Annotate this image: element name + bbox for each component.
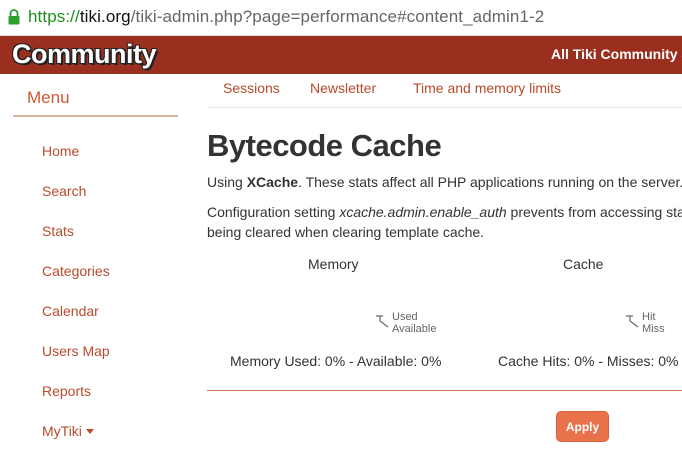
tab-sessions[interactable]: Sessions — [223, 80, 280, 96]
tab-time-and-memory-limits[interactable]: Time and memory limits — [413, 80, 561, 96]
sidebar-item-reports[interactable]: Reports — [42, 383, 91, 399]
cache-legend-miss: Miss — [642, 323, 665, 335]
sidebar-item-calendar[interactable]: Calendar — [42, 303, 99, 319]
all-tiki-sites-link[interactable]: All Tiki Community Si — [551, 46, 682, 62]
config-setting: xcache.admin.enable_auth — [339, 204, 507, 220]
cache-legend: Hit Miss — [625, 311, 682, 337]
sidebar-item-mytiki[interactable]: MyTiki — [42, 423, 94, 439]
sidebar-item-search[interactable]: Search — [42, 183, 86, 199]
page-title: Bytecode Cache — [207, 128, 442, 163]
legend-bracket-icon — [376, 315, 389, 328]
sidebar-item-users-map[interactable]: Users Map — [42, 343, 110, 359]
intro-prefix: Using — [207, 174, 247, 190]
intro-suffix: . These stats affect all PHP application… — [298, 174, 682, 190]
url-path: /tiki-admin.php?page=performance#content… — [130, 7, 545, 26]
main-content: Sessions Newsletter Time and memory limi… — [207, 74, 682, 457]
config-text-line2: being cleared when clearing template cac… — [207, 224, 485, 240]
site-banner: Community All Tiki Community Si — [0, 36, 682, 74]
url-scheme: https:// — [28, 7, 80, 26]
tab-bar: Sessions Newsletter Time and memory limi… — [207, 74, 682, 108]
apply-button[interactable]: Apply — [556, 411, 609, 442]
sidebar-item-home[interactable]: Home — [42, 143, 79, 159]
intro-engine: XCache — [246, 174, 299, 190]
memory-legend-used: Used — [392, 311, 418, 323]
caret-down-icon — [85, 428, 94, 434]
address-bar[interactable]: https://tiki.org/tiki-admin.php?page=per… — [0, 0, 682, 36]
memory-heading: Memory — [308, 256, 359, 272]
section-divider — [207, 390, 682, 391]
cache-summary: Cache Hits: 0% - Misses: 0% — [498, 353, 679, 369]
cache-legend-hit: Hit — [642, 311, 656, 323]
config-suffix: prevents from accessing stati — [506, 204, 682, 220]
memory-legend: Used Available — [375, 311, 455, 337]
memory-legend-available: Available — [392, 323, 437, 335]
sidebar: Menu Home Search Stats Categories Calend… — [0, 74, 195, 457]
config-text: Configuration setting xcache.admin.enabl… — [207, 204, 682, 220]
menu-divider — [13, 115, 178, 117]
tab-newsletter[interactable]: Newsletter — [310, 80, 376, 96]
config-prefix: Configuration setting — [207, 204, 340, 220]
intro-text: Using XCache. These stats affect all PHP… — [207, 174, 682, 190]
url-text[interactable]: https://tiki.org/tiki-admin.php?page=per… — [28, 7, 544, 27]
cache-heading: Cache — [563, 256, 604, 272]
legend-bracket-icon — [626, 315, 639, 328]
sidebar-item-mytiki-label: MyTiki — [42, 423, 82, 439]
lock-icon — [8, 9, 20, 25]
menu-title: Menu — [27, 88, 70, 107]
url-host: tiki.org — [79, 7, 131, 26]
community-logo[interactable]: Community — [12, 39, 157, 70]
sidebar-item-stats[interactable]: Stats — [42, 223, 74, 239]
sidebar-item-categories[interactable]: Categories — [42, 263, 110, 279]
memory-summary: Memory Used: 0% - Available: 0% — [230, 353, 442, 369]
